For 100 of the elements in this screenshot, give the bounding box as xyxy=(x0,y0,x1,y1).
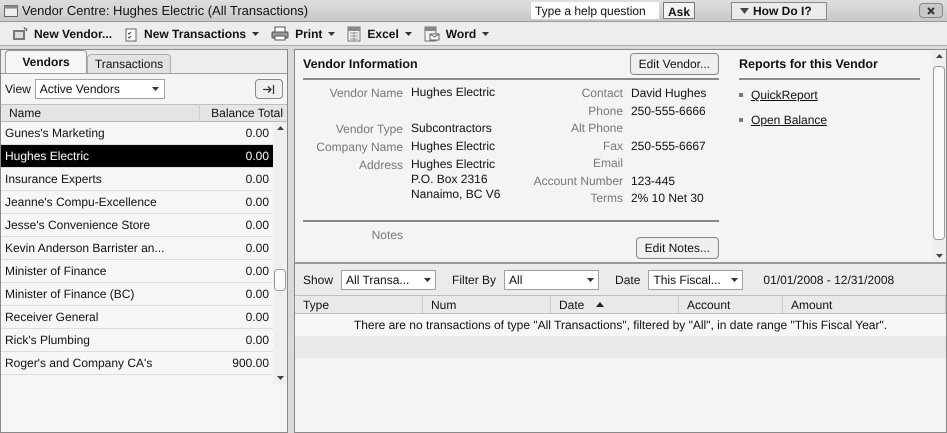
vendor-name: Jesse's Convenience Store xyxy=(4,217,152,234)
caret-icon xyxy=(586,278,594,282)
sort-ascending-icon xyxy=(596,302,604,307)
help-question-field[interactable]: Type a help question xyxy=(530,2,659,19)
vendor-row[interactable]: Minister of Finance 0.00 xyxy=(1,260,273,283)
vendor-row[interactable]: Minister of Finance (BC) 0.00 xyxy=(1,283,273,306)
filter-label: Show xyxy=(303,272,334,288)
vendor-name: Insurance Experts xyxy=(4,171,103,188)
toolbar-button[interactable]: New Transactions xyxy=(124,24,260,42)
balance-total: 0.00 xyxy=(244,125,270,142)
how-do-i-button[interactable]: How Do I? xyxy=(731,2,827,20)
toolbar-button[interactable]: New Vendor... xyxy=(12,24,112,42)
edit-notes-button[interactable]: Edit Notes... xyxy=(636,237,719,259)
caret-icon xyxy=(424,278,431,282)
field-value: 2% 10 Net 30 xyxy=(631,190,704,206)
date-range: 01/01/2008 - 12/31/2008 xyxy=(763,272,894,288)
tab[interactable]: Transactions xyxy=(87,54,171,73)
column-header[interactable]: Type xyxy=(295,296,423,313)
vendor-row[interactable]: Roger's and Company CA's 900.00 xyxy=(1,352,273,375)
balance-total: 0.00 xyxy=(244,332,270,349)
vendor-row[interactable]: Rick's Plumbing 0.00 xyxy=(1,329,273,352)
vendor-name: Minister of Finance xyxy=(4,263,108,280)
field-label: Contact xyxy=(580,85,623,102)
scroll-down-icon[interactable] xyxy=(276,376,284,380)
scroll-up-icon[interactable] xyxy=(936,54,942,58)
field-label: Alt Phone xyxy=(570,120,623,136)
arrow-to-bar-icon xyxy=(263,84,275,94)
column-header[interactable]: Name xyxy=(1,104,199,122)
folder-icon xyxy=(12,26,28,40)
vendor-name: Minister of Finance (BC) xyxy=(4,286,136,303)
window-icon xyxy=(4,4,18,16)
date-dropdown[interactable]: This Fiscal... xyxy=(648,270,744,290)
field-label: Phone xyxy=(587,102,623,119)
report-link[interactable]: Open Balance xyxy=(751,111,828,129)
field-value: David Hughes xyxy=(631,85,706,102)
toolbar-button[interactable]: Word xyxy=(424,24,490,42)
scroll-down-icon[interactable] xyxy=(936,254,942,258)
field-value: Hughes Electric P.O. Box 2316 Nanaimo, BC V6 xyxy=(411,156,500,202)
ask-button[interactable]: Ask xyxy=(662,2,695,19)
field-value: Hughes Electric xyxy=(411,138,496,154)
vendor-name: Receiver General xyxy=(4,309,100,326)
vendor-row[interactable]: Insurance Experts 0.00 xyxy=(1,168,273,191)
vendor-row[interactable]: Jesse's Convenience Store 0.00 xyxy=(1,214,273,237)
checklist-icon xyxy=(124,26,138,42)
balance-total: 900.00 xyxy=(231,355,270,372)
field-label: Email xyxy=(592,155,623,172)
balance-total: 0.00 xyxy=(244,309,270,326)
vendor-name: Kevin Anderson Barrister an... xyxy=(4,240,166,257)
balance-total: 0.00 xyxy=(244,171,270,188)
vendor-row[interactable]: Kevin Anderson Barrister an... 0.00 xyxy=(1,237,273,260)
filter-label: Filter By xyxy=(452,272,496,288)
vendor-list-scrollbar[interactable] xyxy=(273,122,287,384)
field-label: Account Number xyxy=(532,172,623,189)
collapse-panel-button[interactable] xyxy=(255,79,283,99)
field-label: Fax xyxy=(602,138,623,154)
vendor-name: Rick's Plumbing xyxy=(4,332,91,349)
field-label: Vendor Type xyxy=(334,120,403,138)
report-link[interactable]: QuickReport xyxy=(751,86,818,104)
info-scrollbar[interactable] xyxy=(932,50,946,262)
section-heading: Reports for this Vendor xyxy=(739,56,878,73)
field-label: Terms xyxy=(589,190,623,206)
column-header[interactable]: Date xyxy=(551,296,679,313)
vendor-name: Roger's and Company CA's xyxy=(4,355,154,372)
vendor-row[interactable]: Hughes Electric 0.00 xyxy=(1,145,273,168)
close-button[interactable] xyxy=(919,3,943,18)
edit-vendor-button[interactable]: Edit Vendor... xyxy=(630,53,719,75)
document-mail-icon xyxy=(424,26,440,42)
field-label: Company Name xyxy=(315,138,403,156)
spreadsheet-icon xyxy=(347,26,362,42)
field-value: 250-555-6666 xyxy=(631,102,706,119)
show-dropdown[interactable]: All Transa... xyxy=(341,270,436,290)
scroll-thumb[interactable] xyxy=(274,269,286,291)
balance-total: 0.00 xyxy=(244,148,270,165)
triangle-icon xyxy=(740,8,749,14)
field-label: Address xyxy=(358,156,403,174)
view-dropdown[interactable]: Active Vendors xyxy=(34,79,165,99)
field-value: 250-555-6667 xyxy=(631,138,706,154)
tab[interactable]: Vendors xyxy=(5,50,87,73)
field-value: Hughes Electric xyxy=(411,84,496,101)
vendor-row[interactable]: Jeanne's Compu-Excellence 0.00 xyxy=(1,191,273,214)
column-header[interactable]: Account xyxy=(679,296,783,313)
filter-by-dropdown[interactable]: All xyxy=(504,270,600,290)
window-title: Vendor Centre: Hughes Electric (All Transactions) xyxy=(22,2,308,20)
field-value: Subcontractors xyxy=(411,120,492,136)
toolbar-button[interactable]: Excel xyxy=(347,24,412,42)
bullet-icon xyxy=(739,118,743,122)
caret-icon xyxy=(152,87,160,91)
balance-total: 0.00 xyxy=(244,194,270,211)
vendor-name: Hughes Electric xyxy=(4,148,90,165)
column-header[interactable]: Num xyxy=(423,296,551,313)
column-header[interactable]: Amount xyxy=(783,296,946,313)
notes-label: Notes xyxy=(370,227,403,244)
empty-message: There are no transactions of type "All Transactions", filtered by "All", in date range "This Fiscal Year". xyxy=(354,317,888,334)
balance-total: 0.00 xyxy=(244,240,270,257)
scroll-thumb[interactable] xyxy=(933,66,945,240)
scroll-up-icon[interactable] xyxy=(276,126,284,130)
balance-total: 0.00 xyxy=(244,286,270,303)
vendor-row[interactable]: Receiver General 0.00 xyxy=(1,306,273,329)
toolbar-button[interactable]: Print xyxy=(271,24,336,42)
balance-total: 0.00 xyxy=(244,263,270,280)
